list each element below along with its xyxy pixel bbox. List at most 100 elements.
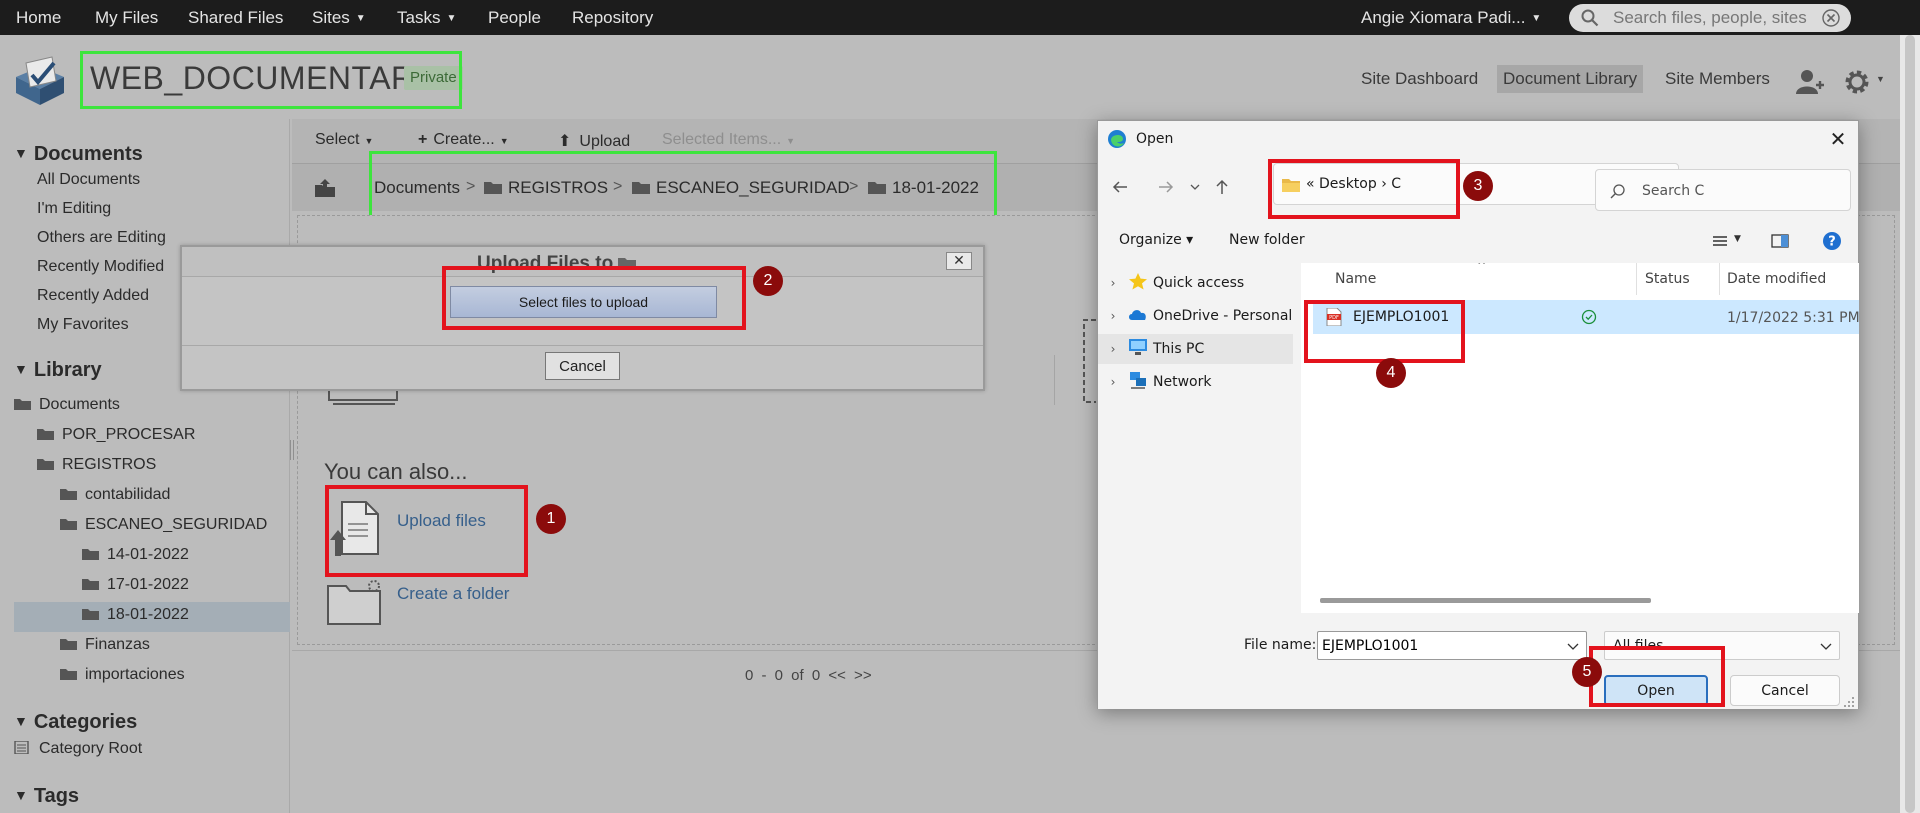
- annotation-badge-3: 3: [1463, 171, 1493, 201]
- nav-quick-access[interactable]: › Quick access: [1098, 268, 1293, 298]
- page-scrollbar-thumb[interactable]: [1905, 35, 1915, 813]
- link-others-editing[interactable]: Others are Editing: [37, 229, 166, 247]
- svg-text:?: ?: [1828, 235, 1836, 250]
- view-list-icon[interactable]: [1710, 231, 1730, 251]
- nav-onedrive[interactable]: › OneDrive - Personal: [1098, 301, 1293, 331]
- caret-down-icon: ▼: [786, 136, 796, 146]
- organize-menu-button[interactable]: Organize ▾: [1119, 232, 1193, 248]
- column-header-status[interactable]: Status: [1645, 271, 1690, 287]
- open-dialog-cancel-button[interactable]: Cancel: [1730, 675, 1840, 706]
- pagination[interactable]: 0 - 0 of 0 << >>: [745, 667, 872, 684]
- annotation-badge-1: 1: [536, 504, 566, 534]
- collapse-triangle-icon: ▼: [14, 361, 28, 377]
- page-scrollbar[interactable]: [1900, 35, 1920, 813]
- create-menu-button[interactable]: + Create... ▼: [418, 131, 509, 149]
- view-options-caret-icon[interactable]: ▼: [1734, 234, 1741, 244]
- column-separator[interactable]: [1636, 263, 1637, 295]
- global-search-input[interactable]: [1613, 7, 1813, 29]
- collapse-triangle-icon: ▼: [14, 787, 28, 803]
- preview-pane-icon[interactable]: [1770, 231, 1790, 251]
- upload-dialog-divider: [182, 345, 983, 346]
- categories-heading-label: Categories: [33, 711, 138, 733]
- tree-item-finanzas[interactable]: Finanzas: [60, 631, 150, 659]
- link-my-favorites[interactable]: My Favorites: [37, 316, 129, 334]
- user-menu[interactable]: Angie Xiomara Padi... ▼: [1361, 0, 1541, 35]
- column-separator[interactable]: [1719, 263, 1720, 295]
- create-folder-link[interactable]: Create a folder: [397, 584, 509, 604]
- caret-down-icon: ▼: [499, 136, 509, 146]
- create-label: Create...: [433, 131, 495, 148]
- site-title-highlight: [80, 51, 462, 109]
- up-arrow-icon[interactable]: [1212, 177, 1232, 197]
- nav-this-pc[interactable]: › This PC: [1098, 334, 1293, 364]
- tree-item-por-procesar[interactable]: POR_PROCESAR: [37, 421, 195, 449]
- upload-button[interactable]: ⬆ Upload: [558, 131, 630, 151]
- tree-item-escaneo-seguridad[interactable]: ESCANEO_SEGURIDAD: [60, 511, 267, 539]
- forward-arrow-icon[interactable]: [1156, 177, 1176, 197]
- upload-dialog-cancel-button[interactable]: Cancel: [545, 352, 620, 380]
- column-header-date-modified[interactable]: Date modified: [1727, 271, 1826, 287]
- nav-sites[interactable]: Sites ▼: [312, 0, 366, 35]
- folder-up-icon[interactable]: [314, 177, 336, 197]
- tree-item-14-01-2022[interactable]: 14-01-2022: [82, 541, 189, 569]
- nav-people[interactable]: People: [488, 0, 541, 35]
- upload-label: Upload: [579, 133, 631, 150]
- tags-heading[interactable]: ▼ Tags: [14, 785, 79, 808]
- add-user-icon[interactable]: [1796, 68, 1824, 94]
- resize-grip-icon[interactable]: [1843, 696, 1855, 708]
- horizontal-scrollbar[interactable]: [1320, 598, 1651, 603]
- file-name-input[interactable]: [1322, 636, 1557, 655]
- nav-site-members[interactable]: Site Members: [1659, 65, 1776, 93]
- gear-icon[interactable]: [1843, 68, 1871, 96]
- nav-home[interactable]: Home: [16, 0, 61, 35]
- chevron-down-icon: [1820, 643, 1832, 650]
- categories-heading[interactable]: ▼ Categories: [14, 711, 137, 734]
- link-all-documents[interactable]: All Documents: [37, 171, 140, 189]
- nav-sites-label: Sites: [312, 8, 350, 27]
- upload-dialog-close-button[interactable]: ✕: [946, 252, 972, 270]
- recent-locations-chevron-icon[interactable]: [1189, 177, 1201, 197]
- breadcrumb-highlight: [369, 151, 997, 223]
- column-header-name[interactable]: Name: [1335, 271, 1376, 287]
- back-arrow-icon[interactable]: [1110, 177, 1130, 197]
- folder-search-input[interactable]: [1642, 180, 1832, 202]
- tree-item-registros[interactable]: REGISTROS: [37, 451, 156, 479]
- nav-shared-files[interactable]: Shared Files: [188, 0, 283, 35]
- documents-heading[interactable]: ▼ Documents: [14, 143, 143, 166]
- chevron-down-icon[interactable]: [1566, 639, 1580, 653]
- nav-document-library[interactable]: Document Library: [1497, 65, 1644, 93]
- tree-item-documents[interactable]: Documents: [14, 391, 120, 419]
- file-name-combobox: [1317, 631, 1587, 660]
- chevron-right-icon: ›: [1110, 276, 1116, 290]
- nav-site-dashboard[interactable]: Site Dashboard: [1355, 65, 1484, 93]
- tree-item-category-root[interactable]: Category Root: [14, 735, 142, 763]
- nav-my-files[interactable]: My Files: [95, 0, 158, 35]
- clear-search-icon[interactable]: [1822, 9, 1840, 27]
- chevron-right-icon: ›: [1110, 342, 1116, 356]
- nav-network[interactable]: › Network: [1098, 367, 1293, 397]
- tree-item-importaciones[interactable]: importaciones: [60, 661, 185, 689]
- documents-heading-label: Documents: [33, 143, 143, 165]
- help-icon[interactable]: ?: [1822, 231, 1842, 251]
- open-dialog-close-button[interactable]: ✕: [1826, 127, 1850, 151]
- tree-item-17-01-2022[interactable]: 17-01-2022: [82, 571, 189, 599]
- select-menu-button[interactable]: Select ▼: [315, 131, 373, 149]
- tree-item-label: ESCANEO_SEGURIDAD: [85, 516, 268, 533]
- link-recently-modified[interactable]: Recently Modified: [37, 258, 164, 276]
- new-folder-button[interactable]: New folder: [1229, 232, 1305, 248]
- link-im-editing[interactable]: I'm Editing: [37, 200, 111, 218]
- nav-tasks[interactable]: Tasks ▼: [397, 0, 456, 35]
- edge-browser-icon: [1108, 130, 1126, 148]
- left-sidebar: ▼ Documents All Documents I'm Editing Oth…: [0, 119, 290, 813]
- nav-repository[interactable]: Repository: [572, 0, 653, 35]
- tree-item-18-01-2022[interactable]: 18-01-2022: [82, 601, 189, 629]
- tree-item-label: Finanzas: [85, 636, 150, 653]
- link-recently-added[interactable]: Recently Added: [37, 287, 149, 305]
- create-folder-icon[interactable]: [326, 578, 384, 626]
- selected-items-menu[interactable]: Selected Items... ▼: [662, 131, 795, 149]
- sidebar-resize-handle[interactable]: [290, 440, 294, 460]
- tree-item-contabilidad[interactable]: contabilidad: [60, 481, 170, 509]
- selected-items-label: Selected Items...: [662, 131, 782, 148]
- library-heading[interactable]: ▼ Library: [14, 359, 102, 382]
- network-icon: [1130, 372, 1146, 389]
